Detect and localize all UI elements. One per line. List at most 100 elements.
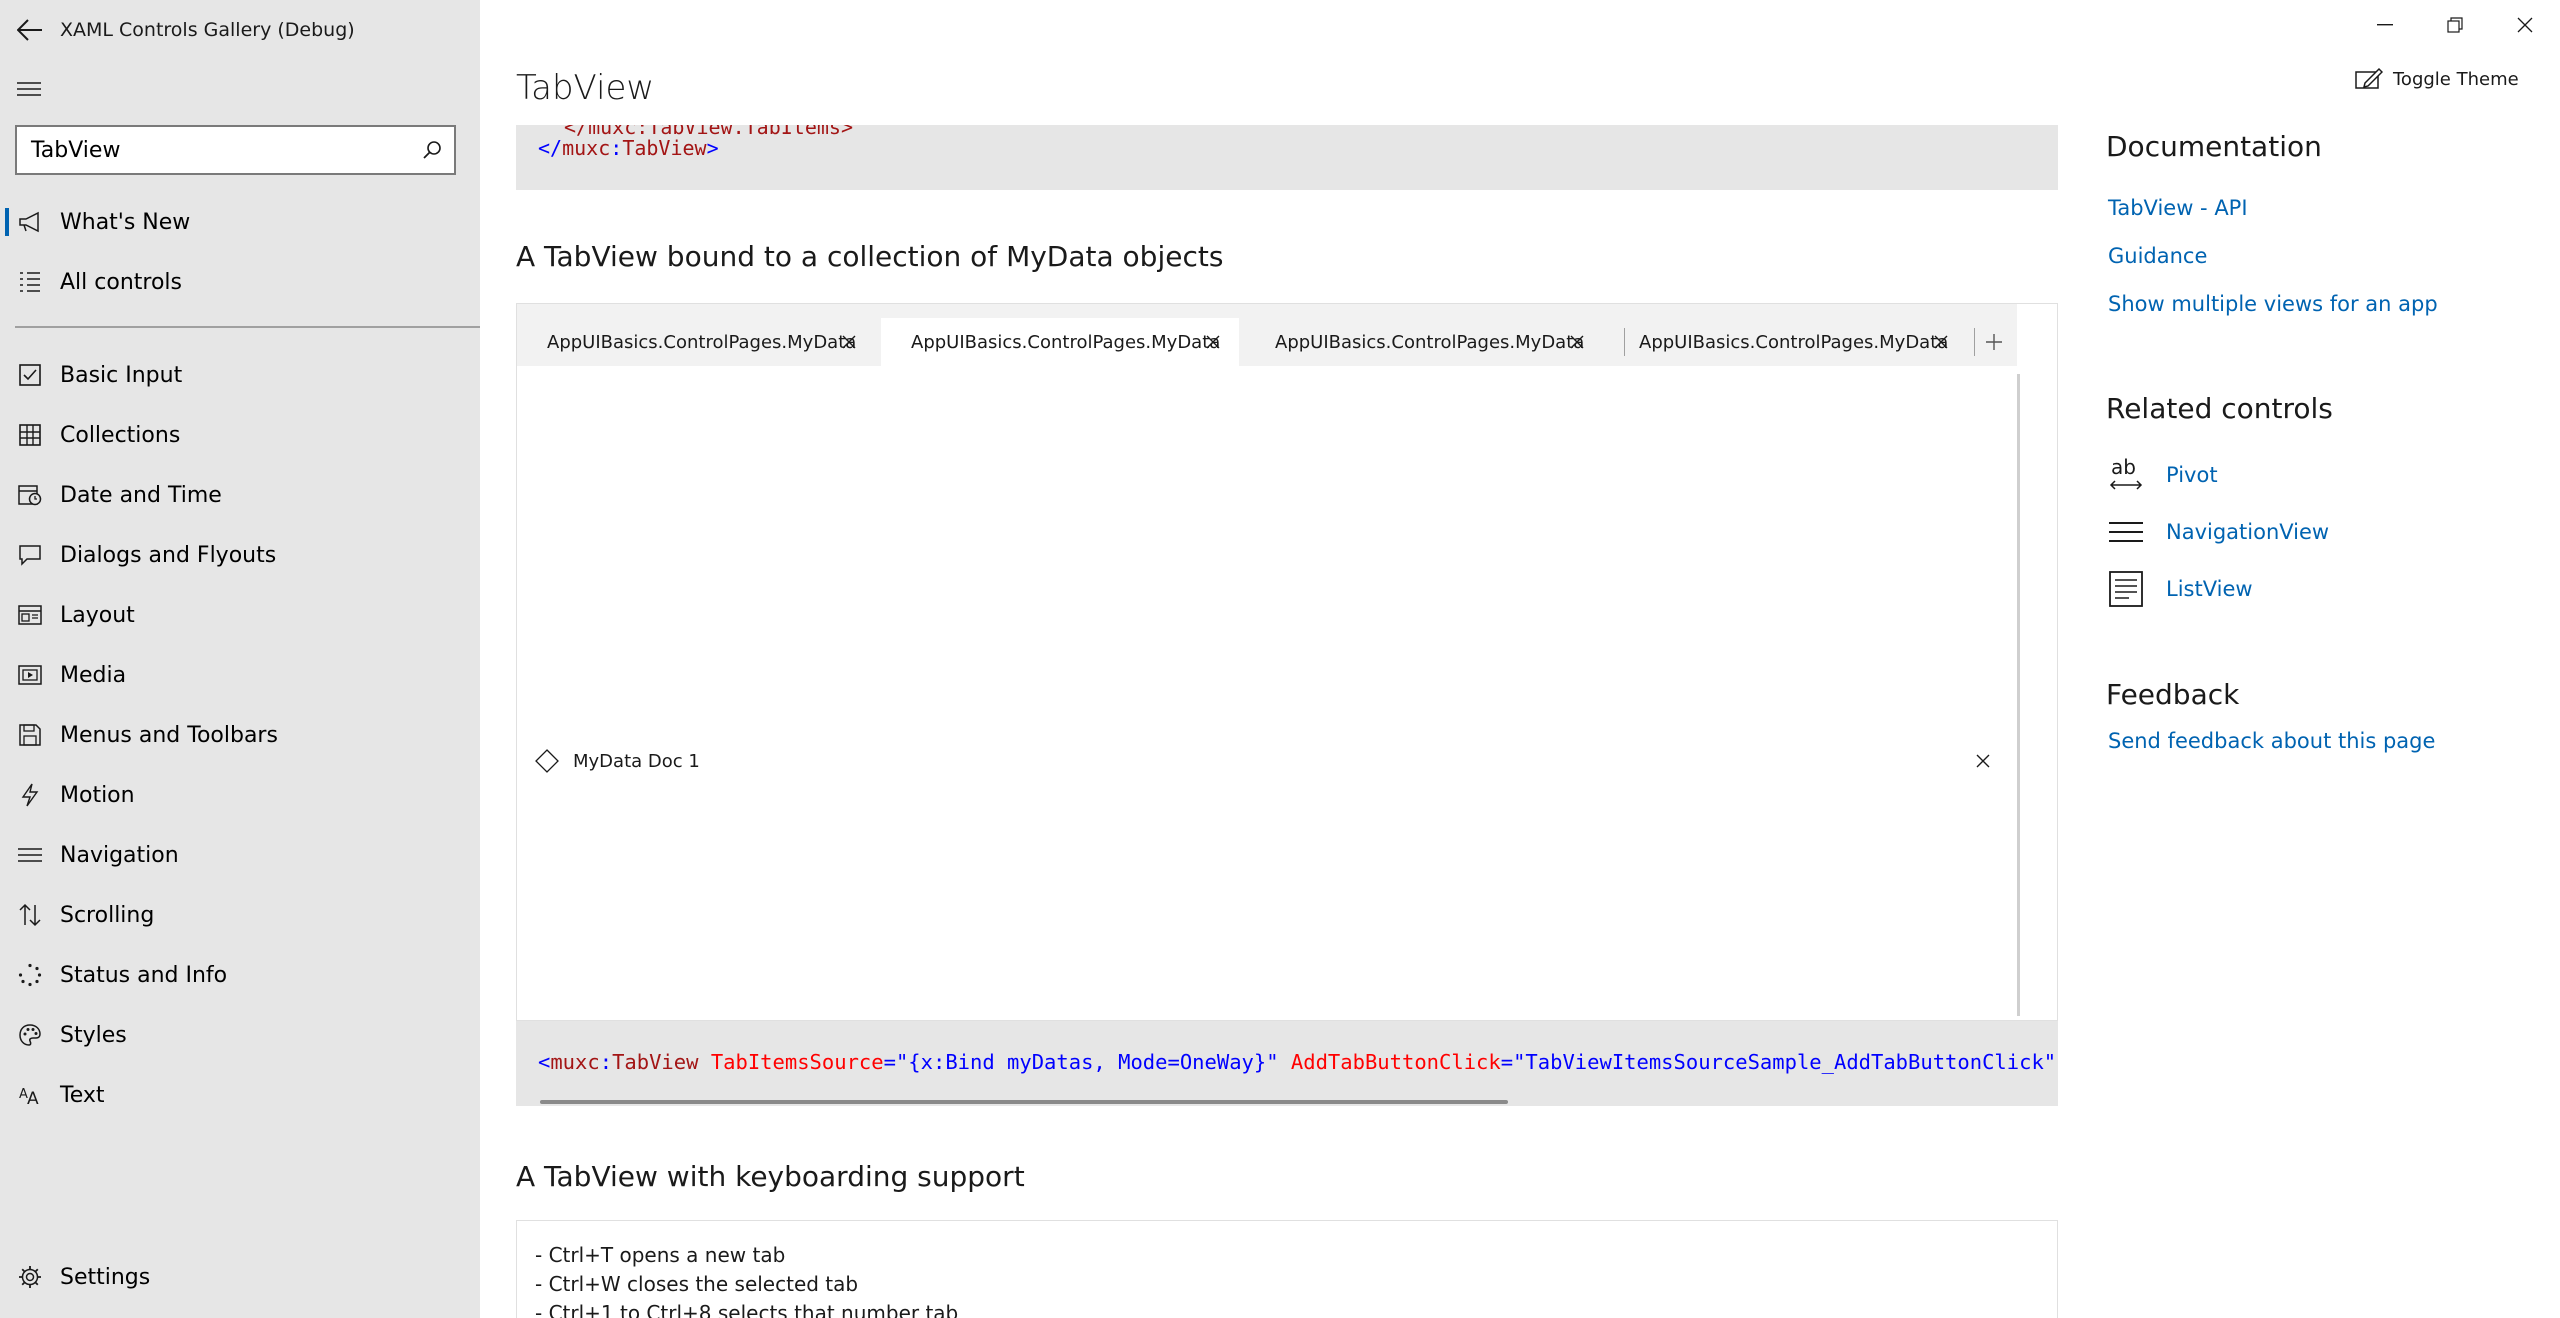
minimize-icon [2377,24,2393,26]
grid-icon [19,424,41,446]
keyboarding-example: - Ctrl+T opens a new tab - Ctrl+W closes… [516,1220,2058,1318]
close-icon [842,335,856,349]
hamburger-icon [18,848,42,862]
svg-text:A: A [27,1089,39,1106]
svg-text:ab: ab [2111,456,2136,479]
gear-icon [19,1266,41,1288]
nav-item-date-and-time[interactable]: Date and Time [0,467,480,523]
nav-item-collections[interactable]: Collections [0,407,480,463]
nav-item-settings[interactable]: Settings [0,1249,480,1305]
close-icon [1570,335,1584,349]
minimize-button[interactable] [2350,0,2420,50]
search-button[interactable] [410,127,454,173]
toggle-theme-button[interactable]: Toggle Theme [2355,64,2519,94]
search-icon [423,141,441,159]
nav-item-whats-new[interactable]: What's New [0,194,480,250]
tab-close-button[interactable] [837,330,861,354]
tab-strip: AppUIBasics.ControlPages.MyData AppUIBas… [517,304,2017,366]
item-close-button[interactable] [1971,749,1995,773]
tab-item[interactable]: AppUIBasics.ControlPages.MyData [517,318,875,366]
search-input[interactable]: TabView [17,138,410,163]
tab-content: MyData Doc 1 [517,366,2017,1016]
nav-item-dialogs-and-flyouts[interactable]: Dialogs and Flyouts [0,527,480,583]
restore-button[interactable] [2420,0,2490,50]
feedback-heading: Feedback [2106,678,2240,711]
restore-icon [2447,17,2463,33]
horizontal-scrollbar[interactable] [540,1100,1508,1104]
nav-item-text[interactable]: AA Text [0,1067,480,1123]
pivot-icon: ab [2109,456,2143,490]
nav-item-media[interactable]: Media [0,647,480,703]
code-sample-tabview: <muxc:TabView TabItemsSource="{x:Bind my… [516,1021,2058,1106]
close-icon [2517,17,2533,33]
window-controls [2350,0,2560,50]
theme-edit-icon [2355,67,2383,89]
nav-item-all-controls[interactable]: All controls [0,254,480,310]
diamond-icon [535,749,559,773]
save-icon [19,724,41,746]
checkbox-icon [19,364,41,386]
nav-divider [15,326,480,328]
tab-item-selected[interactable]: AppUIBasics.ControlPages.MyData [881,318,1239,366]
nav-item-menus-and-toolbars[interactable]: Menus and Toolbars [0,707,480,763]
text-line: - Ctrl+1 to Ctrl+8 selects that number t… [535,1301,959,1318]
tab-item[interactable]: AppUIBasics.ControlPages.MyData [1609,318,1967,366]
list-icon [20,272,40,292]
nav-item-basic-input[interactable]: Basic Input [0,347,480,403]
tab-close-button[interactable] [1929,330,1953,354]
code-line: <muxc:TabView TabItemsSource="{x:Bind my… [538,1050,2057,1074]
text-line: - Ctrl+T opens a new tab [535,1243,786,1267]
listview-icon [2109,571,2143,607]
vertical-scrollbar[interactable] [2017,374,2020,1016]
close-icon [1976,754,1990,768]
tabview-example: AppUIBasics.ControlPages.MyData AppUIBas… [516,303,2058,1021]
media-icon [18,665,42,685]
list-item[interactable]: MyData Doc 1 [535,741,2015,781]
nav-item-motion[interactable]: Motion [0,767,480,823]
close-window-button[interactable] [2490,0,2560,50]
nav-item-scrolling[interactable]: Scrolling [0,887,480,943]
calendar-clock-icon [18,485,42,506]
related-item-pivot[interactable]: ab Pivot [2106,455,2218,495]
related-controls-heading: Related controls [2106,392,2333,425]
related-item-listview[interactable]: ListView [2106,569,2253,609]
plus-icon [1986,334,2002,350]
page-title: TabView [516,68,655,108]
section-heading-keyboarding: A TabView with keyboarding support [516,1160,1025,1193]
link-tabview-api[interactable]: TabView - API [2108,196,2248,220]
close-icon [1206,335,1220,349]
link-multiple-views[interactable]: Show multiple views for an app [2108,292,2438,316]
link-guidance[interactable]: Guidance [2108,244,2207,268]
code-sample-tabitems: </muxc:TabView.TabItems> </muxc:TabView> [516,125,2058,190]
section-heading-bound-collection: A TabView bound to a collection of MyDat… [516,240,1224,273]
text-line: - Ctrl+W closes the selected tab [535,1272,859,1296]
sort-arrows-icon [19,903,41,927]
tab-close-button[interactable] [1565,330,1589,354]
hamburger-icon [17,82,41,96]
navigation-pane: XAML Controls Gallery (Debug) TabView Wh… [0,0,480,1318]
code-line: </muxc:TabView> [538,136,719,160]
add-tab-button[interactable] [1979,326,2009,358]
title-bar: XAML Controls Gallery (Debug) [0,0,480,60]
tab-separator [1974,328,1975,356]
nav-item-status-and-info[interactable]: Status and Info [0,947,480,1003]
app-title: XAML Controls Gallery (Debug) [60,19,355,41]
palette-icon [19,1024,41,1046]
nav-item-navigation[interactable]: Navigation [0,827,480,883]
tab-item[interactable]: AppUIBasics.ControlPages.MyData [1245,318,1603,366]
progress-ring-icon [18,963,42,987]
search-box[interactable]: TabView [15,125,456,175]
hamburger-menu-button[interactable] [14,74,44,104]
tab-close-button[interactable] [1201,330,1225,354]
nav-item-layout[interactable]: Layout [0,587,480,643]
close-icon [1934,335,1948,349]
lightning-icon [21,783,39,807]
layout-icon [18,605,42,625]
link-send-feedback[interactable]: Send feedback about this page [2108,729,2435,753]
related-item-navigationview[interactable]: NavigationView [2106,512,2329,552]
speech-bubble-icon [19,545,41,566]
font-size-icon: AA [19,1087,39,1106]
megaphone-icon [19,211,39,233]
back-button[interactable] [0,0,60,60]
nav-item-styles[interactable]: Styles [0,1007,480,1063]
